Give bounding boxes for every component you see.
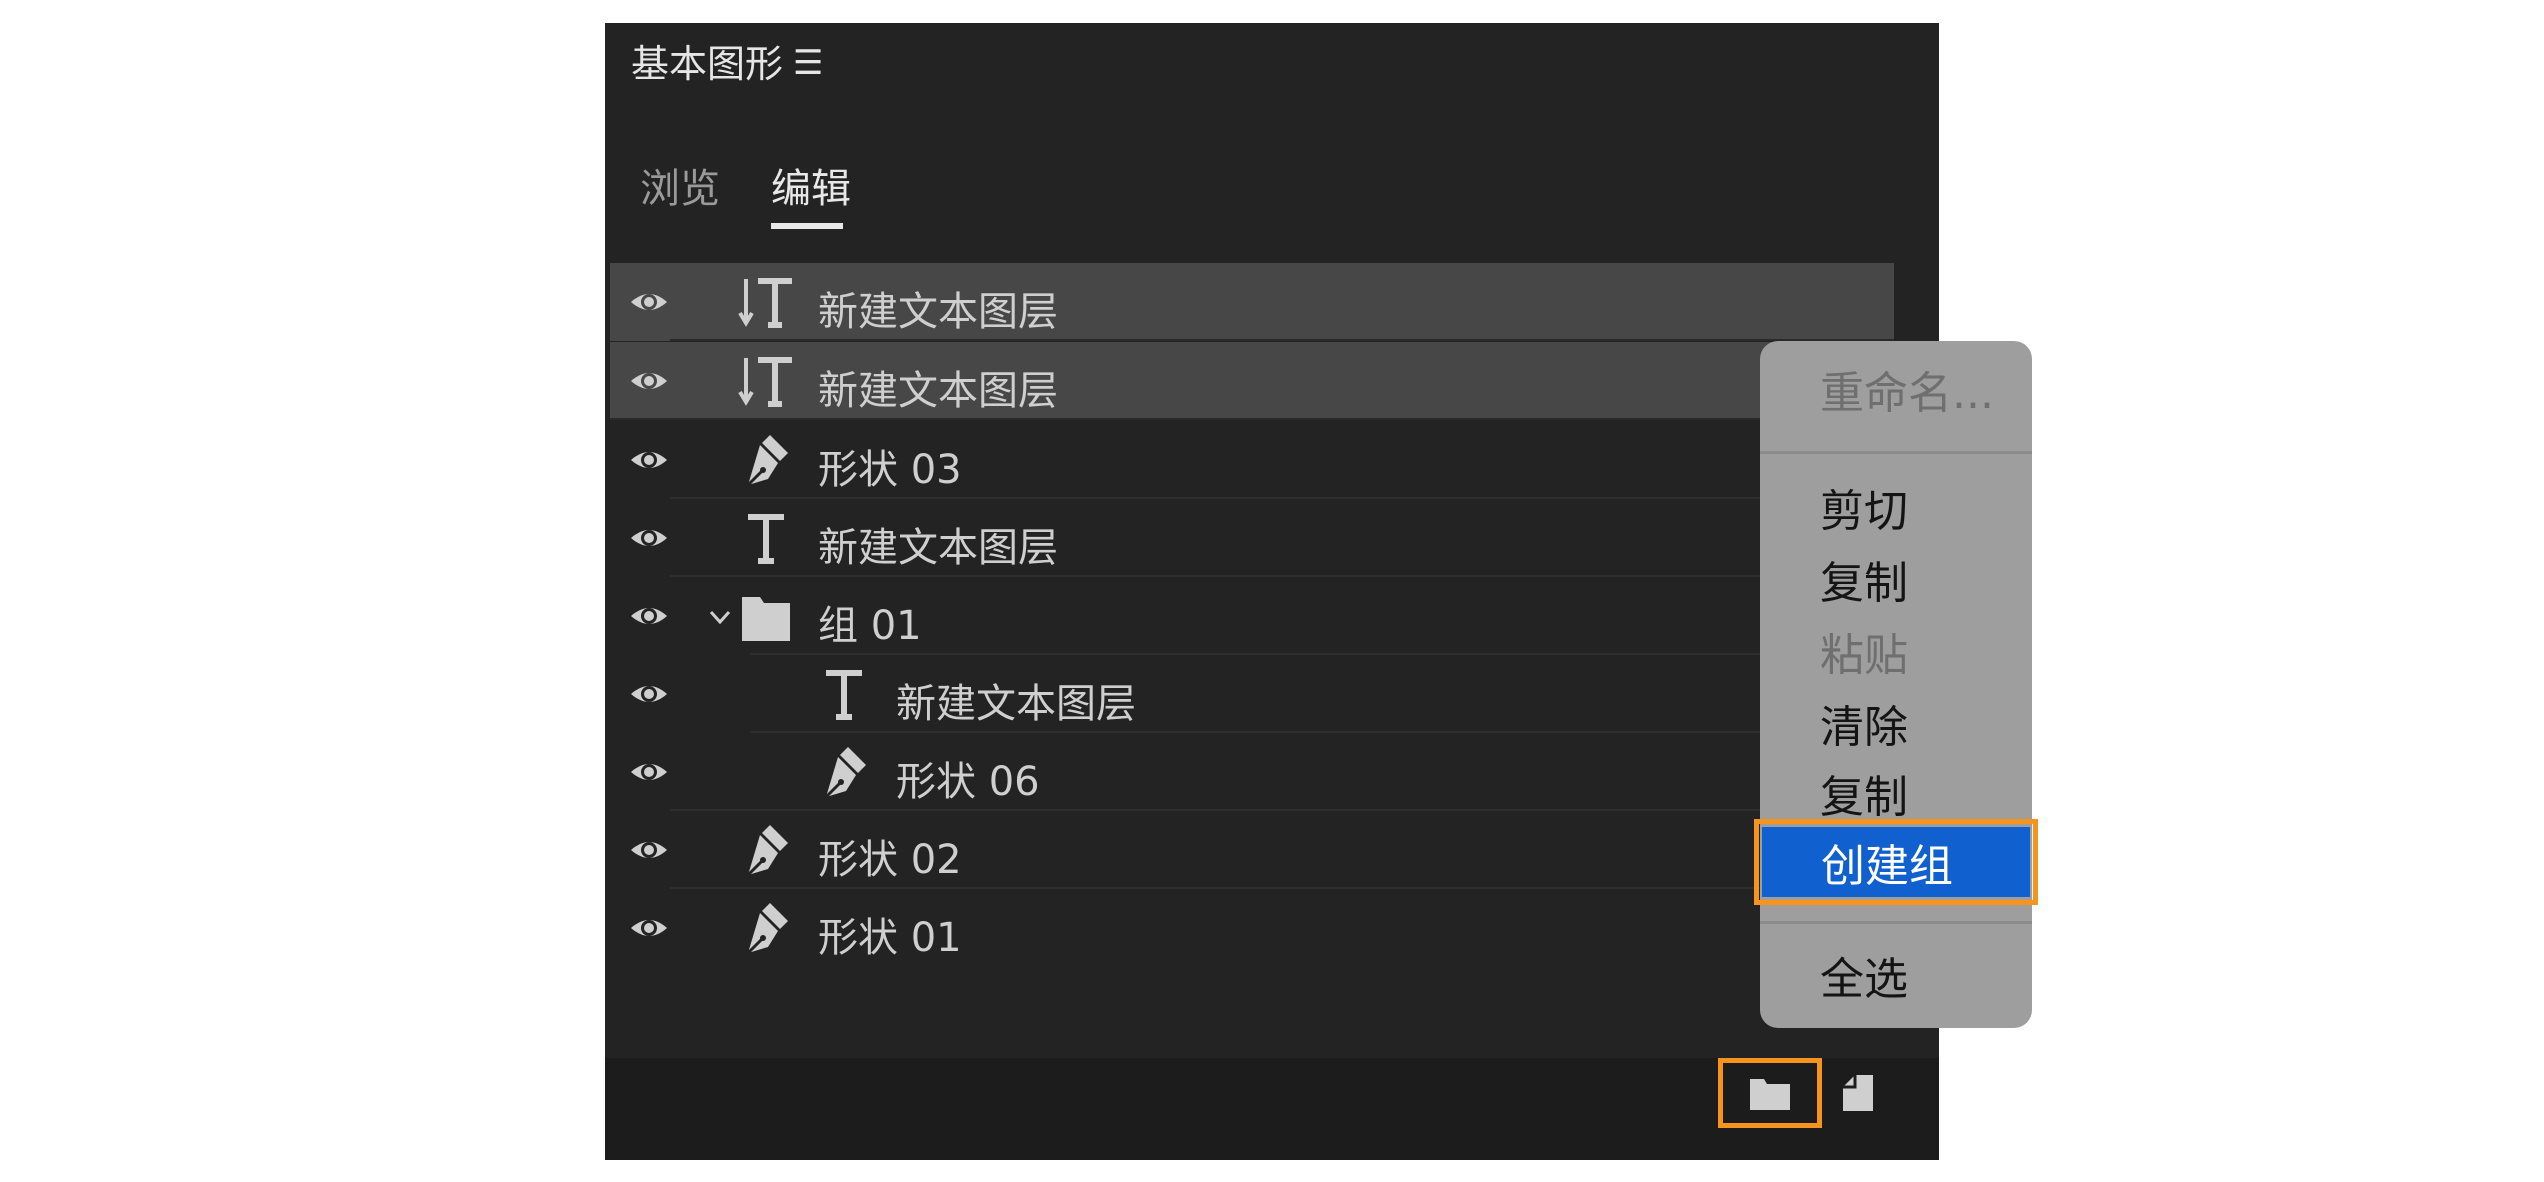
layer-row[interactable]: 新建文本图层: [610, 655, 1894, 733]
vertical-text-icon: [738, 278, 792, 328]
layer-row[interactable]: 形状 06: [610, 733, 1894, 811]
text-icon: [826, 670, 862, 720]
eye-icon[interactable]: [628, 675, 670, 713]
active-tab-indicator: [771, 223, 843, 229]
context-menu: 重命名... 剪切 复制 粘贴 清除 复制 创建组 全选: [1754, 341, 2038, 1028]
layer-row[interactable]: 形状 02: [610, 811, 1894, 889]
layer-label: 形状 02: [818, 837, 962, 883]
menu-item-cut[interactable]: 剪切: [1820, 475, 1908, 539]
layer-row[interactable]: 新建文本图层: [610, 499, 1894, 577]
tab-edit[interactable]: 编辑: [771, 156, 851, 214]
layer-label: 形状 03: [818, 447, 962, 493]
panel-menu-icon[interactable]: ☰: [793, 43, 823, 83]
layer-list: 新建文本图层 新建文本图层 形状 03 新建文本图层 组 01 新建文本图层 形…: [610, 263, 1894, 1023]
menu-item-select-all[interactable]: 全选: [1820, 943, 1908, 1007]
layer-row[interactable]: 形状 01: [610, 889, 1894, 967]
layer-label: 新建文本图层: [896, 681, 1136, 727]
new-layer-icon[interactable]: [1841, 1073, 1875, 1113]
row-divider: [610, 418, 1894, 420]
layer-row[interactable]: 形状 03: [610, 421, 1894, 499]
eye-icon[interactable]: [628, 909, 670, 947]
eye-icon[interactable]: [628, 362, 670, 400]
layer-label: 形状 01: [818, 915, 962, 961]
layer-label: 形状 06: [896, 759, 1040, 805]
layer-row-group[interactable]: 组 01: [610, 577, 1894, 655]
menu-item-rename[interactable]: 重命名...: [1820, 357, 1994, 421]
row-divider: [670, 339, 1894, 341]
menu-separator: [1760, 451, 2032, 454]
chevron-down-icon[interactable]: [708, 605, 732, 629]
menu-item-paste[interactable]: 粘贴: [1820, 619, 1908, 683]
folder-icon: [1750, 1079, 1790, 1110]
layer-label: 新建文本图层: [818, 368, 1058, 414]
eye-icon[interactable]: [628, 519, 670, 557]
menu-separator: [1760, 921, 2032, 924]
eye-icon[interactable]: [628, 597, 670, 635]
text-icon: [748, 514, 784, 564]
layer-row[interactable]: 新建文本图层: [610, 263, 1894, 341]
tab-browse[interactable]: 浏览: [640, 156, 720, 214]
vertical-text-icon: [738, 357, 792, 407]
essential-graphics-panel: 基本图形 ☰ 浏览 编辑 新建文本图层 新建文本图层 形状 03 新建文本图层 …: [605, 23, 2038, 1160]
folder-icon: [742, 597, 790, 641]
layer-row[interactable]: 新建文本图层: [610, 342, 1894, 420]
eye-icon[interactable]: [628, 831, 670, 869]
pen-icon: [746, 903, 788, 955]
pen-icon: [746, 435, 788, 487]
eye-icon[interactable]: [628, 441, 670, 479]
menu-item-create-group[interactable]: 创建组: [1754, 819, 2038, 905]
menu-item-clear[interactable]: 清除: [1820, 691, 1908, 755]
panel-title: 基本图形: [631, 42, 784, 86]
pen-icon: [746, 825, 788, 877]
layer-label: 新建文本图层: [818, 525, 1058, 571]
layer-label: 组 01: [818, 603, 922, 649]
eye-icon[interactable]: [628, 283, 670, 321]
menu-item-label: 创建组: [1821, 841, 1953, 892]
layer-label: 新建文本图层: [818, 289, 1058, 335]
eye-icon[interactable]: [628, 753, 670, 791]
pen-icon: [824, 747, 866, 799]
create-group-button[interactable]: [1718, 1058, 1822, 1128]
menu-item-duplicate[interactable]: 复制: [1820, 761, 1908, 825]
menu-item-copy[interactable]: 复制: [1820, 547, 1908, 611]
